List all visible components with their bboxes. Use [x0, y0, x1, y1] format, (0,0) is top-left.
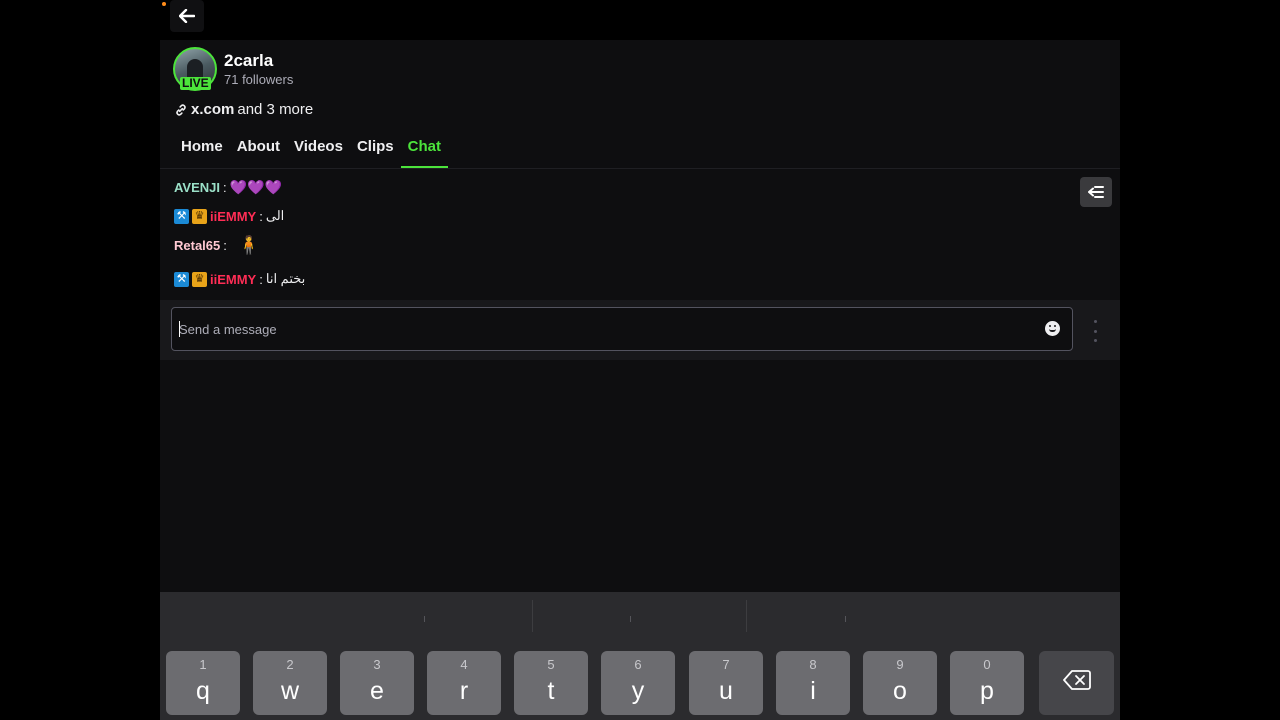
- colon: :: [259, 208, 263, 224]
- key-number: 9: [896, 657, 904, 672]
- delete-key[interactable]: [1039, 651, 1114, 715]
- key-number: 1: [199, 657, 207, 672]
- key-letter: r: [459, 677, 469, 705]
- emote-picker-icon[interactable]: [1045, 321, 1060, 336]
- more-links[interactable]: and 3 more: [237, 101, 313, 118]
- chat-input-box[interactable]: [171, 307, 1073, 351]
- key-q[interactable]: 1q: [166, 651, 240, 715]
- follower-count: 71 followers: [224, 72, 294, 87]
- chat-message: Retal65: 🧍: [174, 235, 260, 256]
- dot: [1093, 339, 1097, 342]
- social-links[interactable]: x.com and 3 more: [174, 101, 313, 118]
- chat-messages: AVENJI: 💜💜💜 ⚒ ♛ iiEMMY: الى Retal65: 🧍 ⚒…: [160, 169, 1120, 300]
- key-o[interactable]: 9o: [863, 651, 937, 715]
- channel-page: LIVE 2carla 71 followers x.com and 3 mor…: [160, 40, 1120, 592]
- tab-about[interactable]: About: [230, 136, 287, 168]
- key-number: 0: [983, 657, 991, 672]
- chat-message: ⚒ ♛ iiEMMY: الى: [174, 208, 284, 224]
- channel-tabs: Home About Videos Clips Chat: [174, 136, 449, 168]
- key-e[interactable]: 3e: [340, 651, 414, 715]
- suggestion-slot[interactable]: [845, 616, 846, 622]
- key-letter: o: [893, 677, 907, 705]
- channel-name[interactable]: 2carla: [224, 51, 273, 71]
- key-letter: y: [631, 677, 645, 705]
- key-number: 2: [286, 657, 294, 672]
- chat-message: ⚒ ♛ iiEMMY: بختم انا: [174, 271, 305, 287]
- suggestion-divider: [746, 600, 747, 632]
- collapse-icon: [1088, 186, 1104, 198]
- live-badge: LIVE: [180, 76, 211, 90]
- key-y[interactable]: 6y: [601, 651, 675, 715]
- colon: :: [223, 180, 227, 195]
- key-number: 4: [460, 657, 468, 672]
- key-letter: i: [810, 677, 816, 705]
- suggestion-slot[interactable]: [424, 616, 425, 622]
- text-caret: [179, 321, 180, 337]
- suggestion-bar: [160, 592, 1120, 640]
- suggestion-divider: [532, 600, 533, 632]
- key-i[interactable]: 8i: [776, 651, 850, 715]
- back-button[interactable]: [170, 0, 204, 32]
- key-number: 6: [634, 657, 642, 672]
- key-number: 7: [722, 657, 730, 672]
- moderator-badge-icon[interactable]: ⚒: [174, 208, 189, 224]
- key-number: 3: [373, 657, 381, 672]
- chat-input[interactable]: [179, 308, 1029, 350]
- key-p[interactable]: 0p: [950, 651, 1024, 715]
- tab-chat[interactable]: Chat: [400, 136, 449, 168]
- arrow-left-icon: [179, 9, 195, 23]
- key-letter: e: [370, 677, 384, 705]
- tab-videos[interactable]: Videos: [287, 136, 350, 168]
- colon: :: [259, 271, 263, 287]
- key-letter: q: [196, 677, 210, 705]
- key-letter: w: [280, 677, 300, 705]
- moderator-badge-icon[interactable]: ⚒: [174, 271, 189, 287]
- chat-username[interactable]: iiEMMY: [210, 209, 256, 224]
- key-r[interactable]: 4r: [427, 651, 501, 715]
- key-letter: t: [547, 677, 555, 705]
- chat-username[interactable]: Retal65: [174, 238, 220, 253]
- vip-crown-icon[interactable]: ♛: [192, 271, 207, 287]
- chat-text: بختم انا: [265, 271, 306, 286]
- primary-link[interactable]: x.com: [191, 101, 234, 118]
- key-number: 5: [547, 657, 555, 672]
- link-icon: [176, 103, 186, 116]
- colon: :: [223, 238, 227, 253]
- onscreen-keyboard: 1q 2w 3e 4r 5t 6y 7u 8i 9o 0p: [160, 592, 1120, 720]
- collapse-chat-button[interactable]: [1080, 177, 1112, 207]
- tab-clips[interactable]: Clips: [350, 136, 401, 168]
- channel-header: LIVE 2carla 71 followers x.com and 3 mor…: [160, 40, 1120, 168]
- key-t[interactable]: 5t: [514, 651, 588, 715]
- top-bar: [160, 0, 1120, 40]
- chat-message: AVENJI: 💜💜💜: [174, 179, 282, 196]
- chat-settings-button[interactable]: [1090, 320, 1100, 342]
- chat-text: الى: [265, 208, 285, 223]
- key-letter: u: [719, 677, 733, 705]
- key-number: 8: [809, 657, 817, 672]
- chat-username[interactable]: iiEMMY: [210, 272, 256, 287]
- dot: [1093, 329, 1097, 333]
- vip-crown-icon[interactable]: ♛: [192, 208, 207, 224]
- chat-text: 🧍: [237, 235, 261, 255]
- chat-username[interactable]: AVENJI: [174, 180, 220, 195]
- key-u[interactable]: 7u: [689, 651, 763, 715]
- tab-home[interactable]: Home: [174, 136, 230, 168]
- recording-indicator: [162, 2, 166, 6]
- suggestion-slot[interactable]: [630, 616, 631, 622]
- chat-composer: [160, 300, 1120, 360]
- key-letter: p: [980, 677, 994, 705]
- backspace-icon: [1039, 669, 1114, 698]
- dot: [1093, 320, 1097, 323]
- chat-text: 💜💜💜: [229, 179, 282, 195]
- key-w[interactable]: 2w: [253, 651, 327, 715]
